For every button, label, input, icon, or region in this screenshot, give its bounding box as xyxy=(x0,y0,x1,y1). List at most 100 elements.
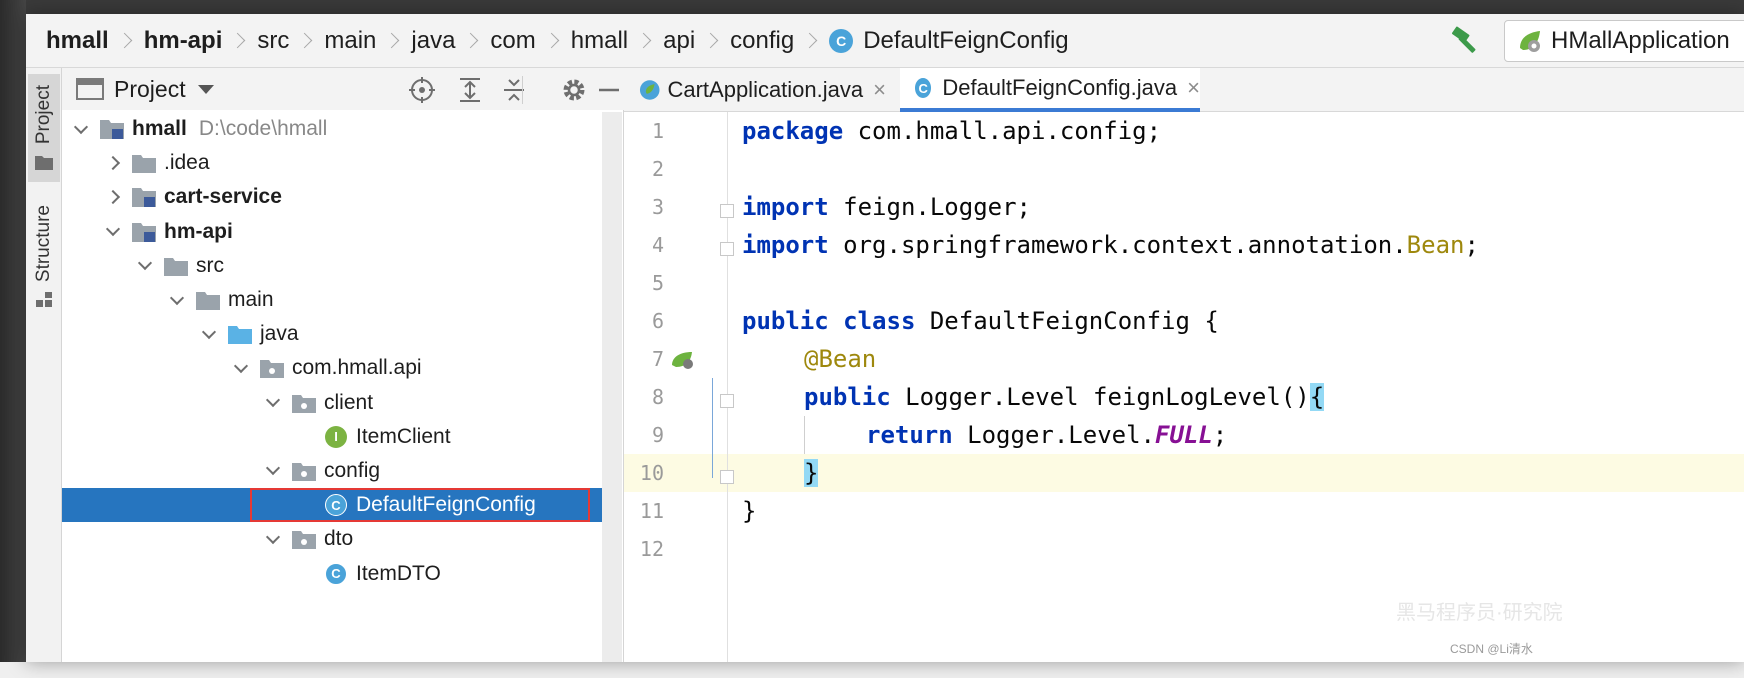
fold-marker[interactable] xyxy=(720,470,734,484)
indent-guide xyxy=(804,416,805,454)
expand-all-icon[interactable] xyxy=(456,76,484,104)
module-folder-icon xyxy=(130,184,158,210)
code-line-10: } xyxy=(804,454,819,492)
breadcrumb-item[interactable]: config xyxy=(730,27,794,55)
chevron-right-icon xyxy=(702,32,719,49)
expand-arrow[interactable] xyxy=(260,458,286,484)
tab-label: DefaultFeignConfig.java xyxy=(942,75,1178,100)
fold-marker[interactable] xyxy=(720,204,734,218)
breadcrumb-item[interactable]: api xyxy=(663,27,695,55)
expand-arrow[interactable] xyxy=(100,150,126,176)
code-line-4: import org.springframework.context.annot… xyxy=(742,231,1479,259)
structure-tool-tab[interactable]: Structure xyxy=(28,198,60,316)
tree-node-cart-service[interactable]: cart-service xyxy=(62,180,602,214)
breadcrumb-item[interactable]: main xyxy=(324,27,376,55)
project-panel: Project hmall D:\code\hmall .idea cart-s… xyxy=(62,68,624,662)
project-tool-tab[interactable]: Project xyxy=(28,74,60,182)
tree-node-itemdto[interactable]: C ItemDTO xyxy=(62,556,602,590)
tree-node-hmall[interactable]: hmall D:\code\hmall xyxy=(62,112,602,146)
tree-node-label: main xyxy=(228,288,274,312)
tree-node-label: src xyxy=(196,253,224,277)
chevron-right-icon xyxy=(105,156,121,171)
tab-cartapplication[interactable]: CartApplication.java × xyxy=(624,68,886,112)
folder-icon xyxy=(194,287,222,313)
chevron-down-icon xyxy=(265,529,281,544)
chevron-down-icon xyxy=(233,358,249,373)
project-view-icon xyxy=(76,78,104,100)
tree-node-src[interactable]: src xyxy=(62,249,602,283)
breadcrumb-item[interactable]: com xyxy=(490,27,535,55)
expand-arrow[interactable] xyxy=(132,253,158,279)
close-icon[interactable]: × xyxy=(1187,75,1200,101)
code-line-6: public class DefaultFeignConfig { xyxy=(742,307,1219,335)
chevron-right-icon xyxy=(543,32,560,49)
code-editor[interactable]: 1 2 3 4 5 6 7 8 9 10 11 12 package com.h… xyxy=(624,112,1744,662)
code-line-3: import feign.Logger; xyxy=(742,193,1031,221)
chevron-down-icon xyxy=(265,393,281,408)
tree-node-label: dto xyxy=(324,527,354,551)
tree-node-label: java xyxy=(260,322,299,346)
current-line-highlight xyxy=(624,454,1744,492)
expand-arrow[interactable] xyxy=(164,287,190,313)
breadcrumb-item[interactable]: hm-api xyxy=(144,27,223,55)
scope-indicator xyxy=(712,378,713,478)
tree-node-hm-api[interactable]: hm-api xyxy=(62,215,602,249)
tree-node-idea[interactable]: .idea xyxy=(62,146,602,180)
tree-node-java[interactable]: java xyxy=(62,317,602,351)
tab-defaultfeignconfig[interactable]: C DefaultFeignConfig.java × xyxy=(900,68,1200,112)
tree-node-main[interactable]: main xyxy=(62,283,602,317)
chevron-right-icon xyxy=(230,32,246,49)
interface-icon: I xyxy=(322,424,350,450)
locate-icon[interactable] xyxy=(408,76,436,104)
class-icon: C xyxy=(322,561,350,587)
breadcrumb-item[interactable]: hmall xyxy=(46,27,109,55)
tree-node-label: hmall xyxy=(132,117,187,141)
breadcrumb-item[interactable]: java xyxy=(411,27,455,55)
chevron-right-icon xyxy=(801,32,818,49)
tree-node-package-api[interactable]: com.hmall.api xyxy=(62,351,602,385)
tree-node-itemclient[interactable]: I ItemClient xyxy=(62,420,602,454)
navigation-bar: hmall hm-api src main java com hmall api… xyxy=(26,14,1744,68)
gear-icon[interactable] xyxy=(560,76,588,104)
spring-bean-icon[interactable] xyxy=(670,349,696,371)
close-icon[interactable]: × xyxy=(873,77,886,103)
tree-node-path: D:\code\hmall xyxy=(198,117,328,141)
chevron-down-icon[interactable] xyxy=(197,84,214,94)
line-number: 9 xyxy=(651,423,664,447)
hammer-icon[interactable] xyxy=(1450,26,1484,56)
spring-class-icon xyxy=(639,80,660,100)
tool-window-strip: Project Structure xyxy=(26,68,62,662)
collapse-all-icon[interactable] xyxy=(500,76,528,104)
spring-boot-icon xyxy=(1520,31,1540,52)
editor-tab-bar: CartApplication.java × C DefaultFeignCon… xyxy=(624,68,1744,112)
run-configuration-selector[interactable]: HMallApplication xyxy=(1504,20,1744,62)
tab-label: CartApplication.java xyxy=(667,77,864,102)
project-view-selector[interactable]: Project xyxy=(114,76,186,103)
tree-node-dto[interactable]: dto xyxy=(62,522,602,556)
expand-arrow[interactable] xyxy=(228,355,254,381)
tree-node-label: hm-api xyxy=(164,219,233,243)
tree-node-config[interactable]: config xyxy=(62,454,602,488)
minimize-icon[interactable] xyxy=(598,76,620,104)
breadcrumb-class[interactable]: C DefaultFeignConfig xyxy=(829,27,1069,55)
expand-arrow[interactable] xyxy=(100,184,126,210)
run-configuration-label: HMallApplication xyxy=(1551,27,1730,54)
fold-marker[interactable] xyxy=(720,394,734,408)
source-folder-icon xyxy=(226,321,254,347)
highlight-box xyxy=(250,488,590,523)
expand-arrow[interactable] xyxy=(260,526,286,552)
project-tool-label: Project xyxy=(33,85,54,145)
expand-arrow[interactable] xyxy=(260,390,286,416)
expand-arrow[interactable] xyxy=(68,116,94,142)
expand-arrow[interactable] xyxy=(196,321,222,347)
code-line-11: } xyxy=(742,497,757,525)
tree-node-client[interactable]: client xyxy=(62,386,602,420)
expand-arrow[interactable] xyxy=(100,219,126,245)
breadcrumb-item[interactable]: hmall xyxy=(571,27,628,55)
tree-scrollbar[interactable] xyxy=(602,112,622,662)
fold-marker[interactable] xyxy=(720,242,734,256)
code-line-1: package com.hmall.api.config; xyxy=(742,117,1162,145)
tree-node-defaultfeignconfig[interactable]: C DefaultFeignConfig xyxy=(62,488,602,523)
line-number: 5 xyxy=(651,271,664,295)
breadcrumb-item[interactable]: src xyxy=(257,27,289,55)
